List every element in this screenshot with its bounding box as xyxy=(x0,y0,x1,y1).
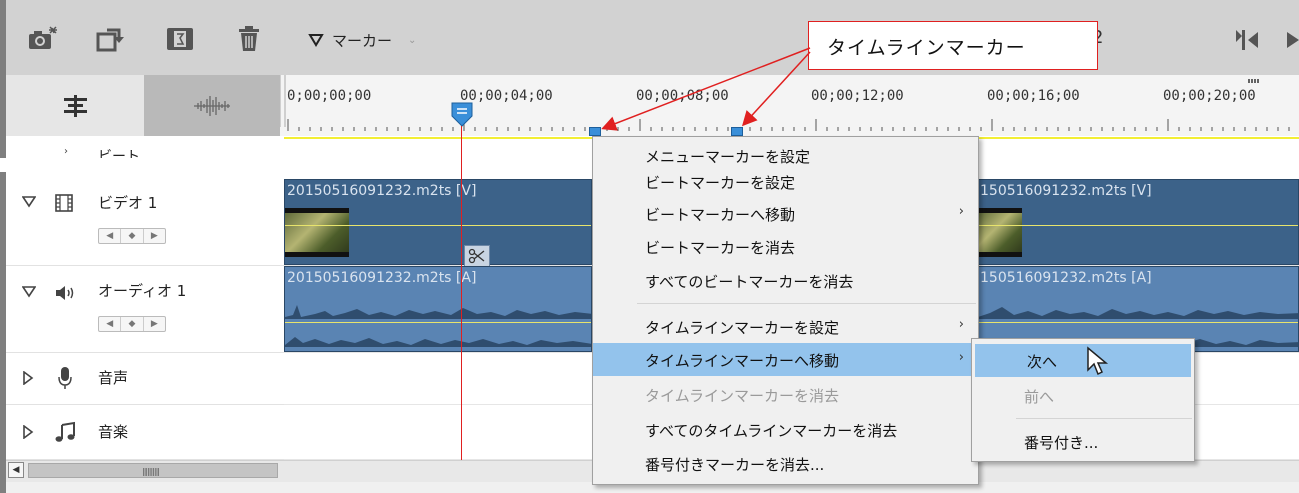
callout-arrows xyxy=(601,47,811,131)
video-editor-window: マーカー ⌄ 2 タイムラインマーカー xyxy=(0,0,1299,493)
